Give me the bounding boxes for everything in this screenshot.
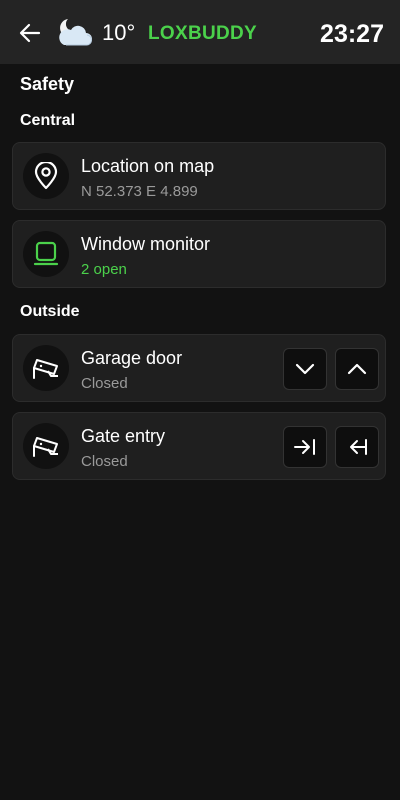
map-pin-icon xyxy=(34,162,58,190)
moon-cloud-icon xyxy=(59,19,93,46)
top-bar: 10° LOXBUDDY 23:27 xyxy=(0,0,400,64)
card-icon-wrapper xyxy=(23,231,69,277)
security-camera-icon xyxy=(33,359,58,379)
page-title: Safety xyxy=(20,74,75,94)
gate-entry-in-button[interactable] xyxy=(283,426,327,468)
arrow-right-to-bar-icon xyxy=(294,439,315,455)
card-subtitle: 2 open xyxy=(81,261,127,278)
window-monitor-icon xyxy=(33,241,59,266)
card-title: Gate entry xyxy=(81,426,166,446)
card-subtitle: Closed xyxy=(81,453,128,470)
window-monitor-card[interactable]: Window monitor 2 open xyxy=(12,220,386,288)
card-subtitle: N 52.373 E 4.899 xyxy=(81,183,198,200)
back-button[interactable] xyxy=(14,17,46,49)
card-title: Location on map xyxy=(81,156,215,176)
temperature-label: 10° xyxy=(102,20,136,45)
card-icon-wrapper xyxy=(23,345,69,391)
garage-door-card[interactable]: Garage door Closed xyxy=(12,334,386,402)
group-title-central: Central xyxy=(20,112,76,129)
location-on-map-card[interactable]: Location on map N 52.373 E 4.899 xyxy=(12,142,386,210)
card-icon-wrapper xyxy=(23,423,69,469)
brand-label: LOXBUDDY xyxy=(148,23,258,44)
arrow-left-to-bar-icon xyxy=(350,439,367,455)
garage-door-close-button[interactable] xyxy=(283,348,327,390)
card-subtitle: Closed xyxy=(81,375,128,392)
clock-label: 23:27 xyxy=(320,20,384,48)
card-icon-wrapper xyxy=(23,153,69,199)
chevron-down-icon xyxy=(295,363,315,375)
gate-entry-out-button[interactable] xyxy=(335,426,379,468)
arrow-left-icon xyxy=(19,23,41,43)
group-title-outside: Outside xyxy=(20,303,80,320)
card-title: Garage door xyxy=(81,348,183,368)
gate-entry-card[interactable]: Gate entry Closed xyxy=(12,412,386,480)
garage-door-open-button[interactable] xyxy=(335,348,379,390)
chevron-up-icon xyxy=(347,363,367,375)
card-title: Window monitor xyxy=(81,234,211,254)
security-camera-icon xyxy=(33,437,58,457)
